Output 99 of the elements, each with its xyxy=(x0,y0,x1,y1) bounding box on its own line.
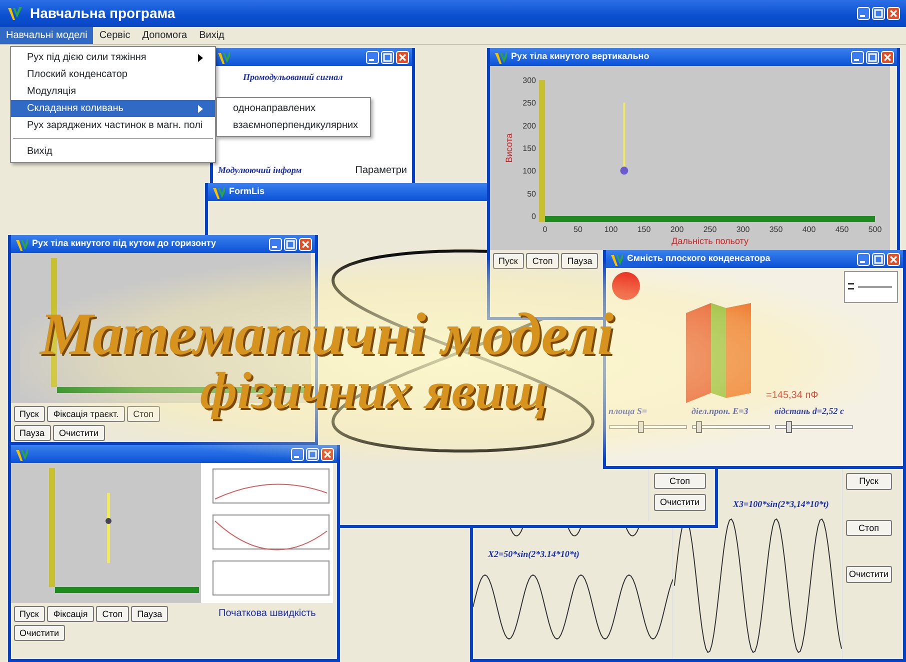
minimize-button[interactable] xyxy=(857,252,870,266)
window-title: FormLis xyxy=(229,185,265,198)
x-tick-label: 350 xyxy=(769,225,783,234)
y-tick-label: 100 xyxy=(522,166,536,176)
window-title: Рух тіла кинутого під кутом до горизонту xyxy=(32,237,216,250)
x-tick-label: 200 xyxy=(670,225,684,234)
app-logo-icon xyxy=(6,4,24,22)
x-tick-label: 100 xyxy=(604,225,618,234)
menu-item[interactable]: Вихід xyxy=(11,143,215,160)
formula-drawing xyxy=(844,270,898,302)
chart-title: Промодульований сигнал xyxy=(243,71,344,84)
minimize-button[interactable] xyxy=(857,7,870,20)
slider-label: площа S= xyxy=(608,405,648,418)
field-label: Початкова швидкість xyxy=(218,606,316,620)
y-tick-label: 0 xyxy=(532,212,536,221)
main-window-title: Навчальна програма xyxy=(30,4,176,23)
minimize-button[interactable] xyxy=(851,50,864,64)
window-button[interactable]: Стоп xyxy=(654,472,706,490)
y-tick-label: 250 xyxy=(522,98,536,108)
close-button[interactable] xyxy=(396,50,409,64)
slider-label: діел.прон. E=3 xyxy=(692,405,750,418)
y-tick-label: 50 xyxy=(527,189,536,198)
window-button[interactable]: Пауза xyxy=(131,606,168,622)
chart-title: Модулюючий інформ xyxy=(218,164,302,177)
x-tick-label: 250 xyxy=(703,225,717,234)
submenu-item[interactable]: взаємноперпендикулярних xyxy=(217,117,370,134)
minimize-button[interactable] xyxy=(269,238,282,250)
window-button[interactable]: Очистити xyxy=(53,424,105,442)
maximize-button[interactable] xyxy=(872,252,885,266)
maximize-button[interactable] xyxy=(872,7,885,20)
ball-icon xyxy=(106,518,112,524)
minimize-button[interactable] xyxy=(291,448,304,460)
window-button[interactable]: Пуск xyxy=(492,252,524,270)
window-button[interactable]: Пауза xyxy=(561,252,598,270)
app-logo-icon xyxy=(493,50,507,64)
menu-item[interactable]: Модуляція xyxy=(11,83,215,100)
x-tick-label: 150 xyxy=(637,225,651,234)
x-tick-label: 500 xyxy=(868,225,882,234)
x-tick-label: 450 xyxy=(835,225,849,234)
close-button[interactable] xyxy=(299,238,312,250)
x-tick-label: 300 xyxy=(736,225,750,234)
slider-thumb[interactable] xyxy=(638,420,644,432)
menu-item[interactable]: Рух заряджених частинок в магн. полі xyxy=(11,117,215,134)
close-button[interactable] xyxy=(321,448,334,460)
close-button[interactable] xyxy=(887,252,900,266)
app-logo-icon xyxy=(216,50,230,64)
window-button[interactable]: Пауза xyxy=(14,424,51,442)
formula-label: X2=50*sin(2*3.14*10*t) xyxy=(488,548,580,561)
menu-item[interactable]: Складання коливань xyxy=(11,100,215,117)
menu-item[interactable]: Плоский конденсатор xyxy=(11,66,215,83)
panel-label: Параметри xyxy=(355,164,407,178)
y-tick-label: 150 xyxy=(522,144,536,153)
window-title: Рух тіла кинутого вертикально xyxy=(511,50,650,64)
window-button[interactable]: Пуск xyxy=(14,406,45,422)
x-tick-label: 400 xyxy=(802,225,816,234)
menu-item[interactable]: Рух під дією сили тяжіння xyxy=(11,49,215,66)
window-button[interactable]: Стоп xyxy=(846,520,892,536)
x-tick-label: 50 xyxy=(574,225,582,234)
y-tick-label: 300 xyxy=(522,76,536,85)
maximize-button[interactable] xyxy=(284,238,297,250)
y-tick-label: 200 xyxy=(522,121,536,130)
y-axis-label: Висота xyxy=(504,133,514,163)
capacitance-reading: =145,34 пФ xyxy=(766,388,818,402)
window-button[interactable]: Фіксація траєкт. xyxy=(47,406,125,422)
splash-title: фізичних явищ xyxy=(200,366,548,418)
window-button[interactable]: Стоп xyxy=(96,606,129,622)
window-button[interactable]: Пуск xyxy=(14,606,45,622)
slider-thumb[interactable] xyxy=(786,420,792,432)
data-point xyxy=(620,166,628,175)
minimize-button[interactable] xyxy=(366,50,379,64)
window-title: Ємність плоского конденсатора xyxy=(627,252,770,266)
window-button[interactable]: Очистити xyxy=(846,566,892,583)
x-tick-label: 0 xyxy=(542,225,548,234)
window-button[interactable]: Фіксація xyxy=(47,606,94,622)
app-logo-icon xyxy=(211,185,225,199)
maximize-button[interactable] xyxy=(306,448,319,460)
submenu-item[interactable]: однонаправлених xyxy=(217,100,370,117)
maximize-button[interactable] xyxy=(381,50,394,64)
slider-thumb[interactable] xyxy=(696,420,702,432)
window-button[interactable]: Очистити xyxy=(14,624,66,642)
window-button[interactable]: Стоп xyxy=(127,406,160,422)
slider-label: відстань d=2,52 с xyxy=(774,405,845,418)
close-button[interactable] xyxy=(881,50,894,64)
window-button[interactable]: Стоп xyxy=(526,252,559,270)
trajectory-trail xyxy=(107,493,110,563)
x-axis-label: Дальність польоту xyxy=(672,236,748,246)
menu-bar-item[interactable]: Сервіс xyxy=(93,27,136,44)
window-button[interactable]: Очистити xyxy=(654,494,706,511)
ball-icon xyxy=(611,270,641,300)
window-button[interactable]: Пуск xyxy=(846,473,892,490)
app-logo-icon xyxy=(14,447,28,461)
maximize-button[interactable] xyxy=(866,50,879,64)
menu-bar-item[interactable]: Вихід xyxy=(193,27,230,44)
app-logo-icon xyxy=(609,252,623,266)
formula-label: X3=100*sin(2*3,14*10*t) xyxy=(733,498,830,511)
menu-bar-item[interactable]: Допомога xyxy=(136,27,194,44)
close-button[interactable] xyxy=(887,7,900,20)
app-logo-icon xyxy=(14,237,28,251)
menu-bar-item[interactable]: Навчальні моделі xyxy=(0,27,94,44)
